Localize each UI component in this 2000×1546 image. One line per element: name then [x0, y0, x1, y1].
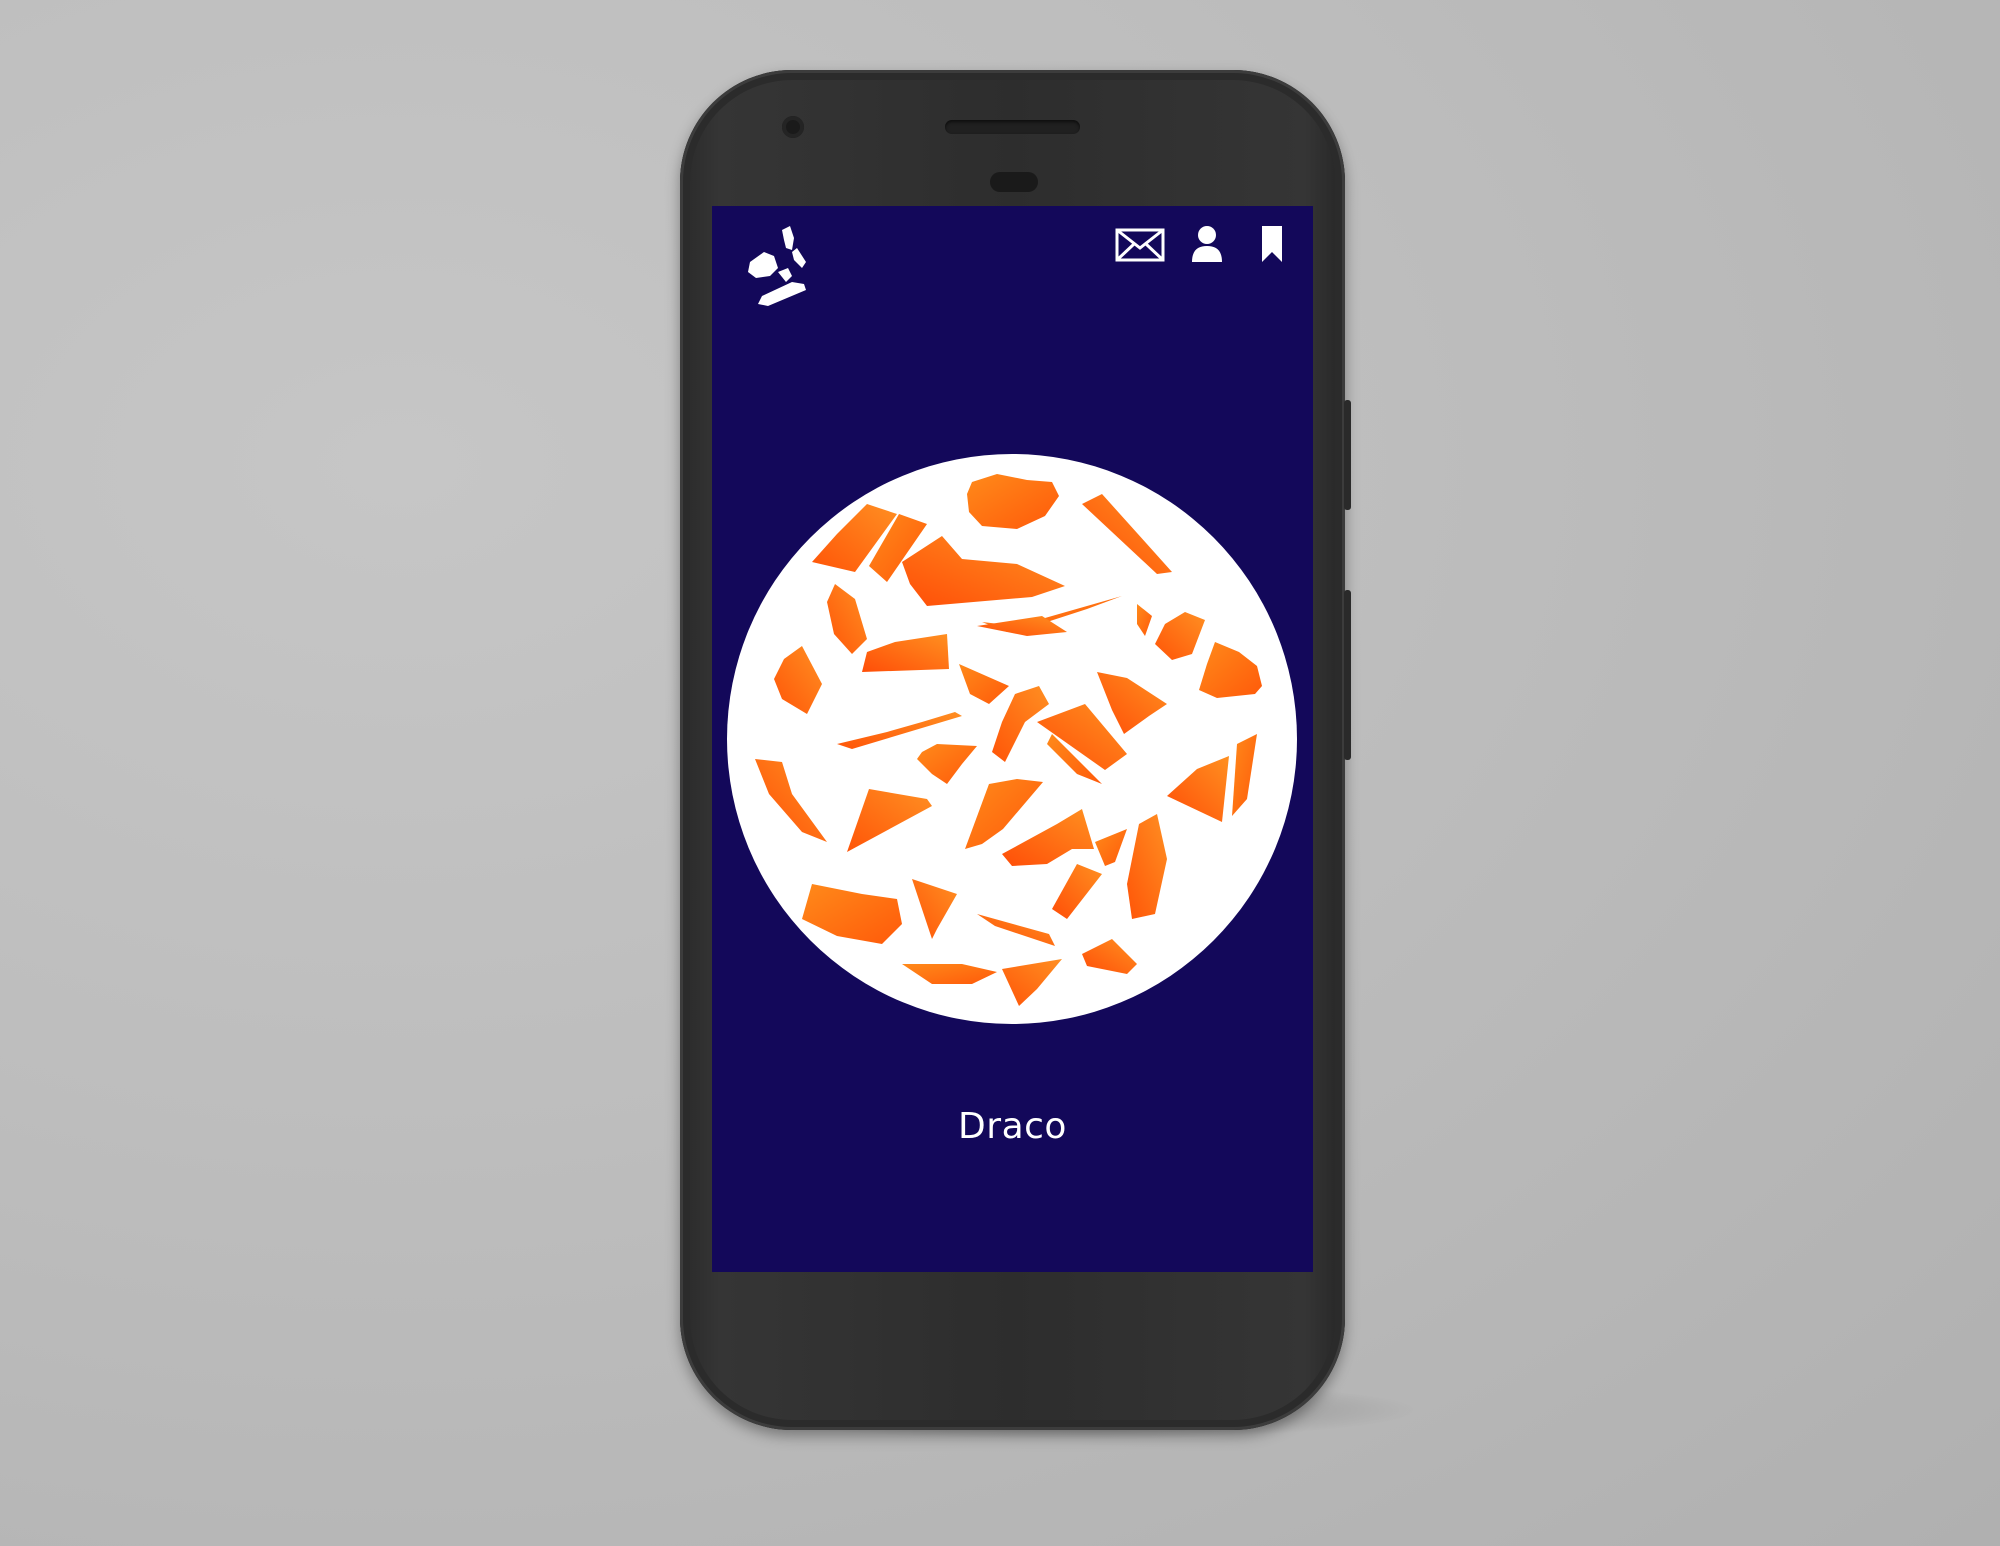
volume-button: [1344, 590, 1351, 760]
earpiece-speaker: [945, 120, 1080, 134]
power-button: [1344, 400, 1351, 510]
phone-frame: Draco: [680, 70, 1351, 1430]
shard-logo-icon[interactable]: [742, 218, 812, 308]
proximity-sensor: [990, 172, 1038, 192]
app-screen: Draco: [712, 206, 1313, 1272]
shard-artwork: [727, 454, 1297, 1024]
bookmark-icon[interactable]: [1260, 226, 1284, 264]
envelope-icon[interactable]: [1115, 226, 1165, 264]
front-camera: [782, 116, 804, 138]
constellation-title: Draco: [958, 1106, 1067, 1147]
user-icon[interactable]: [1190, 224, 1224, 264]
